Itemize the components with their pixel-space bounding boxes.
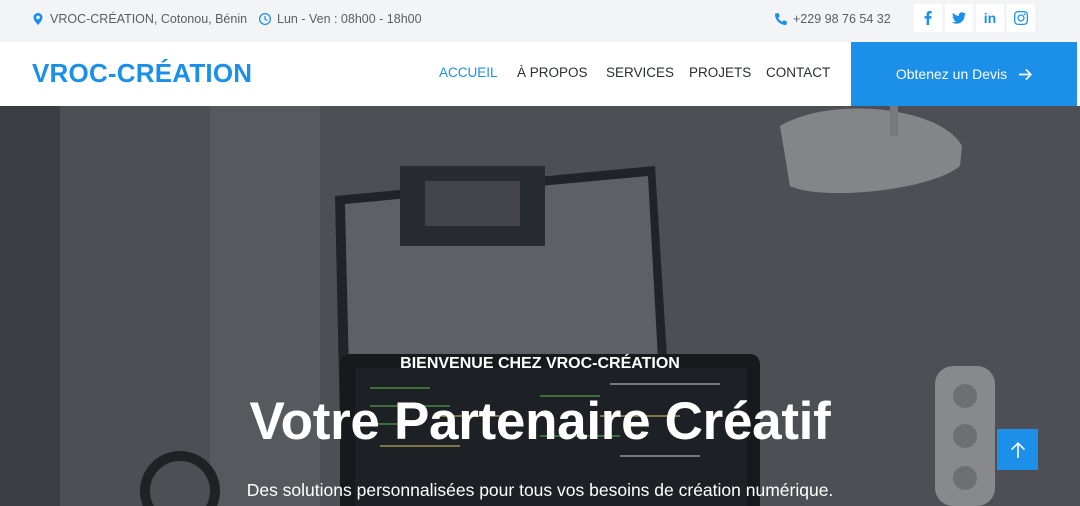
linkedin-icon: in <box>983 10 997 26</box>
get-quote-button[interactable]: Obtenez un Devis <box>851 42 1077 106</box>
phone-icon <box>775 13 787 25</box>
nav-link-contact[interactable]: CONTACT <box>766 65 830 80</box>
instagram-icon <box>1014 11 1028 25</box>
hero-tagline: Des solutions personnalisées pour tous v… <box>246 480 834 500</box>
map-marker-icon <box>33 13 43 25</box>
hero-eyebrow: BIENVENUE CHEZ VROC-CRÉATION <box>400 355 680 372</box>
twitter-link[interactable] <box>945 4 973 32</box>
facebook-link[interactable] <box>914 4 942 32</box>
hero-headline: Votre Partenaire Créatif <box>249 392 831 451</box>
nav-link-accueil[interactable]: ACCUEIL <box>439 65 498 80</box>
nav-link-a-propos[interactable]: À PROPOS <box>517 65 588 80</box>
facebook-icon <box>924 11 932 25</box>
back-to-top-button[interactable] <box>997 429 1038 470</box>
nav-link-services[interactable]: SERVICES <box>606 65 674 80</box>
hours-info: Lun - Ven : 08h00 - 18h00 <box>259 0 422 38</box>
get-quote-label: Obtenez un Devis <box>895 66 1008 82</box>
arrow-up-icon <box>1010 441 1025 458</box>
linkedin-link[interactable]: in <box>976 4 1004 32</box>
twitter-icon <box>952 12 966 24</box>
instagram-link[interactable] <box>1007 4 1035 32</box>
site-logo[interactable]: VROC-CRÉATION <box>32 58 252 89</box>
nav-link-projets[interactable]: PROJETS <box>689 65 751 80</box>
hours-text: Lun - Ven : 08h00 - 18h00 <box>277 12 422 26</box>
address-text: VROC-CRÉATION, Cotonou, Bénin <box>50 12 248 26</box>
top-info-bar: VROC-CRÉATION, Cotonou, Bénin Lun - Ven … <box>0 0 1080 42</box>
clock-icon <box>259 13 271 25</box>
address-info: VROC-CRÉATION, Cotonou, Bénin <box>32 0 247 38</box>
phone-info[interactable]: +229 98 76 54 32 <box>775 0 891 38</box>
hero-section: BIENVENUE CHEZ VROC-CRÉATION Votre Parte… <box>0 106 1080 506</box>
main-navbar: VROC-CRÉATION ACCUEIL À PROPOS SERVICES … <box>0 42 1080 106</box>
phone-text: +229 98 76 54 32 <box>793 12 891 26</box>
arrow-right-icon <box>1019 68 1033 80</box>
